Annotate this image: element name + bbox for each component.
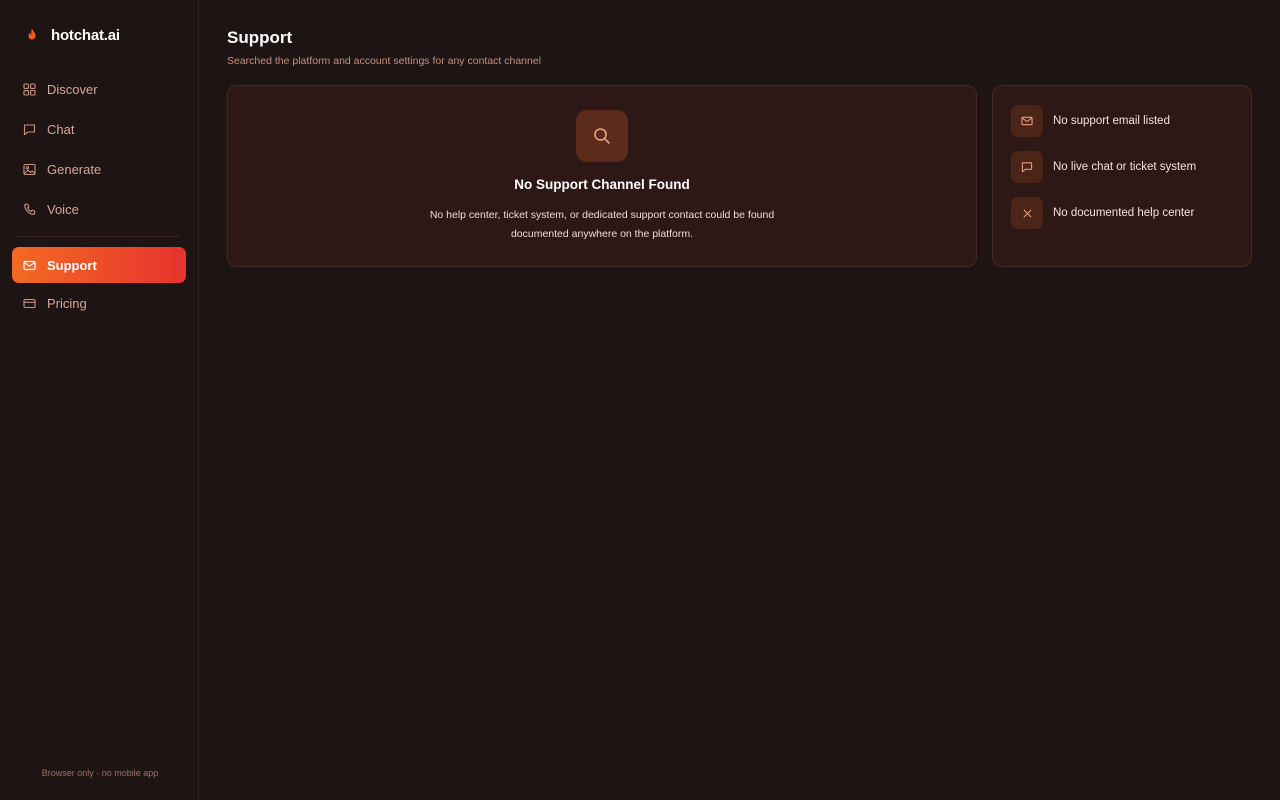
sidebar-item-discover[interactable]: Discover	[12, 70, 186, 108]
primary-nav: Discover Chat Generate Voice	[12, 70, 186, 228]
empty-state-title: No Support Channel Found	[514, 177, 690, 192]
flame-icon	[26, 28, 38, 42]
image-icon	[23, 163, 36, 176]
sidebar-item-label: Pricing	[47, 295, 87, 311]
checklist-card: No support email listed No live chat or …	[992, 85, 1252, 267]
page-title: Support	[227, 28, 293, 47]
mail-icon	[23, 259, 36, 272]
empty-state-description: No help center, ticket system, or dedica…	[429, 209, 775, 240]
credit-card-icon	[23, 297, 36, 310]
sidebar-divider	[18, 236, 180, 237]
empty-state-card: No Support Channel Found No help center,…	[227, 85, 977, 267]
sidebar-item-label: Generate	[47, 161, 102, 177]
checklist-item: No support email listed	[1011, 105, 1233, 137]
checklist-item: No live chat or ticket system	[1011, 151, 1233, 183]
secondary-nav: Support Pricing	[12, 247, 186, 321]
sidebar-item-label: Support	[47, 257, 97, 273]
sidebar-item-label: Voice	[47, 201, 79, 217]
app-root: hotchat.ai Discover Chat Generate Voice …	[0, 0, 1280, 800]
checklist-label: No live chat or ticket system	[1053, 161, 1197, 173]
checklist-label: No documented help center	[1053, 207, 1195, 219]
main-content: Support Searched the platform and accoun…	[199, 0, 1280, 800]
cards-row: No Support Channel Found No help center,…	[227, 85, 1252, 267]
sidebar-item-support[interactable]: Support	[12, 247, 186, 283]
brand-name: hotchat.ai	[51, 26, 120, 44]
sidebar-item-chat[interactable]: Chat	[12, 110, 186, 148]
sidebar-item-label: Chat	[47, 121, 75, 137]
close-icon	[1011, 197, 1043, 229]
brand[interactable]: hotchat.ai	[12, 0, 186, 70]
sidebar-item-generate[interactable]: Generate	[12, 150, 186, 188]
mail-icon	[1011, 105, 1043, 137]
grid-icon	[23, 82, 36, 96]
page-subtitle: Searched the platform and account settin…	[227, 55, 542, 67]
chat-bubble-icon	[23, 123, 36, 136]
search-icon	[576, 110, 628, 162]
sidebar: hotchat.ai Discover Chat Generate Voice …	[0, 0, 199, 800]
sidebar-item-pricing[interactable]: Pricing	[12, 285, 186, 321]
phone-icon	[23, 203, 36, 216]
chat-bubble-icon	[1011, 151, 1043, 183]
sidebar-footer-note: Browser only · no mobile app	[41, 768, 159, 778]
sidebar-item-label: Discover	[47, 81, 98, 97]
sidebar-item-voice[interactable]: Voice	[12, 190, 186, 228]
checklist-label: No support email listed	[1053, 115, 1170, 127]
checklist-item: No documented help center	[1011, 197, 1233, 229]
